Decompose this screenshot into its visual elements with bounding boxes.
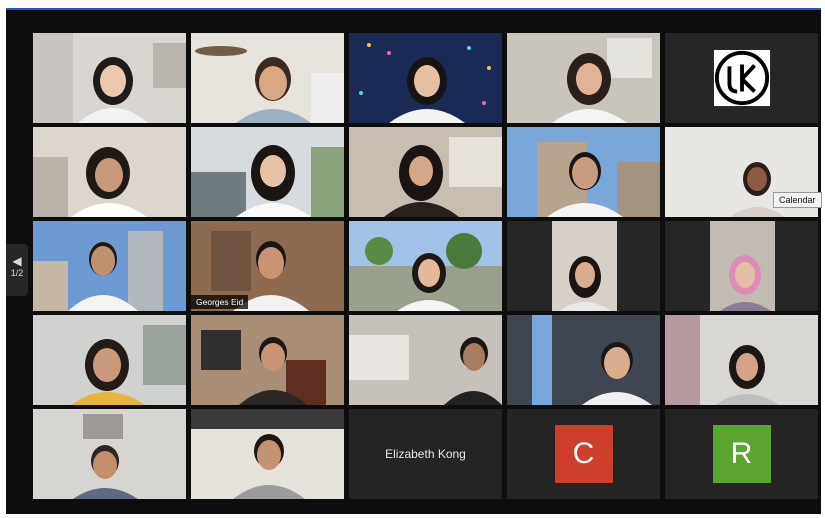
video-feed xyxy=(191,409,344,499)
video-feed xyxy=(33,127,186,217)
video-feed xyxy=(349,221,502,311)
calendar-tooltip: Calendar xyxy=(773,192,822,208)
video-feed xyxy=(507,33,660,123)
video-tile-camera-off[interactable]: C xyxy=(507,409,660,499)
video-tile[interactable] xyxy=(191,409,344,499)
video-feed xyxy=(33,221,186,311)
video-feed xyxy=(507,221,660,311)
previous-page-button[interactable]: ◀ 1/2 xyxy=(6,244,28,296)
club-logo-icon xyxy=(713,49,770,107)
video-feed xyxy=(33,33,186,123)
video-tile[interactable] xyxy=(507,127,660,217)
video-feed xyxy=(665,221,818,311)
video-grid: Georges Eid Elizabeth Kong C R xyxy=(33,33,821,499)
video-tile[interactable] xyxy=(665,33,818,123)
video-tile[interactable] xyxy=(191,127,344,217)
video-feed xyxy=(665,315,818,405)
chevron-left-icon: ◀ xyxy=(12,254,22,268)
video-tile-camera-off[interactable]: R xyxy=(665,409,818,499)
video-tile[interactable] xyxy=(33,33,186,123)
video-tile[interactable] xyxy=(33,409,186,499)
video-tile[interactable] xyxy=(665,221,818,311)
video-feed xyxy=(191,33,344,123)
avatar-initial: R xyxy=(730,437,753,470)
video-tile[interactable] xyxy=(33,221,186,311)
video-tile[interactable] xyxy=(349,33,502,123)
video-tile[interactable] xyxy=(507,221,660,311)
video-tile[interactable] xyxy=(33,127,186,217)
video-tile[interactable] xyxy=(349,315,502,405)
video-tile-active-speaker[interactable]: Georges Eid xyxy=(191,221,344,311)
participant-name-label: Elizabeth Kong xyxy=(385,447,466,461)
video-feed xyxy=(349,315,502,405)
video-feed xyxy=(191,127,344,217)
avatar-initial: C xyxy=(572,437,595,470)
video-feed xyxy=(349,127,502,217)
avatar: R xyxy=(712,425,771,483)
video-feed xyxy=(349,33,502,123)
video-tile[interactable] xyxy=(349,221,502,311)
video-tile[interactable] xyxy=(507,33,660,123)
participant-name-label: Georges Eid xyxy=(191,295,249,309)
video-tile[interactable] xyxy=(665,315,818,405)
video-feed xyxy=(507,315,660,405)
video-tile[interactable] xyxy=(191,315,344,405)
avatar: C xyxy=(554,425,613,483)
video-feed xyxy=(191,315,344,405)
video-feed xyxy=(33,315,186,405)
video-feed xyxy=(33,409,186,499)
page-indicator: 1/2 xyxy=(10,268,24,278)
video-feed xyxy=(507,127,660,217)
video-tile-camera-off[interactable]: Elizabeth Kong xyxy=(349,409,502,499)
video-tile[interactable] xyxy=(507,315,660,405)
video-tile[interactable] xyxy=(191,33,344,123)
video-tile[interactable] xyxy=(349,127,502,217)
video-tile[interactable] xyxy=(33,315,186,405)
